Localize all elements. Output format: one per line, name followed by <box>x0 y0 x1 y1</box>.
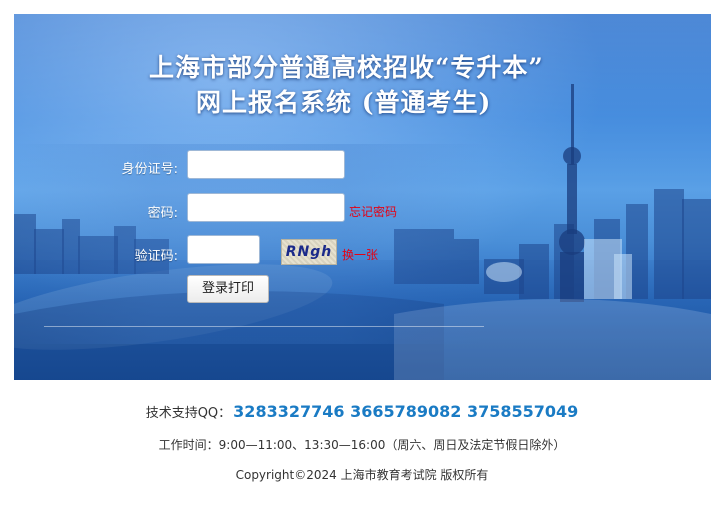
support-label: 技术支持QQ： <box>145 406 232 421</box>
password-label: 密码: <box>147 206 178 221</box>
captcha-image[interactable]: RNgh <box>281 239 337 265</box>
captcha-label: 验证码: <box>134 249 178 264</box>
working-hours: 工作时间：9:00—11:00、13:30—16:00（周六、周日及法定节假日除… <box>158 438 566 452</box>
captcha-input[interactable] <box>187 235 260 264</box>
support-line: 技术支持QQ： 3283327746 3665789082 3758557049 <box>0 402 724 421</box>
id-number-label: 身份证号: <box>121 162 178 177</box>
id-number-input[interactable] <box>187 150 345 179</box>
password-input[interactable] <box>187 193 345 222</box>
login-print-button[interactable]: 登录打印 <box>187 275 269 303</box>
form-divider <box>44 326 484 327</box>
support-qq-numbers: 3283327746 3665789082 3758557049 <box>233 402 579 421</box>
system-title-line2: 网上报名系统 (普通考生) <box>196 88 492 117</box>
system-title-line1: 上海市部分普通高校招收“专升本” <box>149 53 544 82</box>
header-banner: 上海市部分普通高校招收“专升本” 网上报名系统 (普通考生) <box>14 14 711 380</box>
copyright: Copyright©2024 上海市教育考试院 版权所有 <box>235 468 489 482</box>
refresh-captcha-link[interactable]: 换一张 <box>342 246 378 263</box>
forgot-password-link[interactable]: 忘记密码 <box>349 203 397 220</box>
